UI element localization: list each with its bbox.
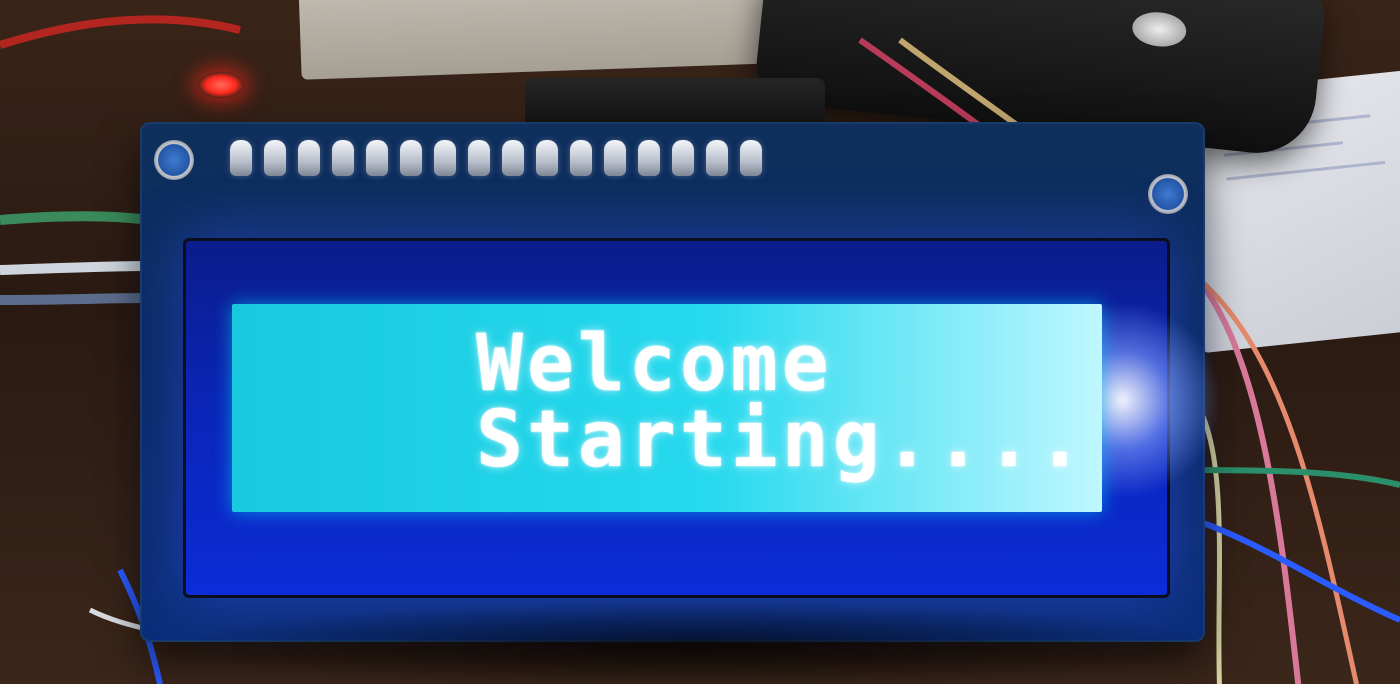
header-pins bbox=[230, 140, 762, 176]
red-led-icon bbox=[198, 72, 244, 98]
mount-hole-icon bbox=[154, 140, 194, 180]
mount-hole-icon bbox=[1148, 174, 1188, 214]
lcd-display: Welcome Starting.... bbox=[232, 304, 1102, 512]
photo-scene: Welcome Starting.... bbox=[0, 0, 1400, 684]
device-shadow bbox=[170, 600, 1220, 684]
lcd-line-1: Welcome bbox=[476, 319, 833, 409]
lcd-line-2: Starting.... bbox=[476, 395, 1088, 485]
